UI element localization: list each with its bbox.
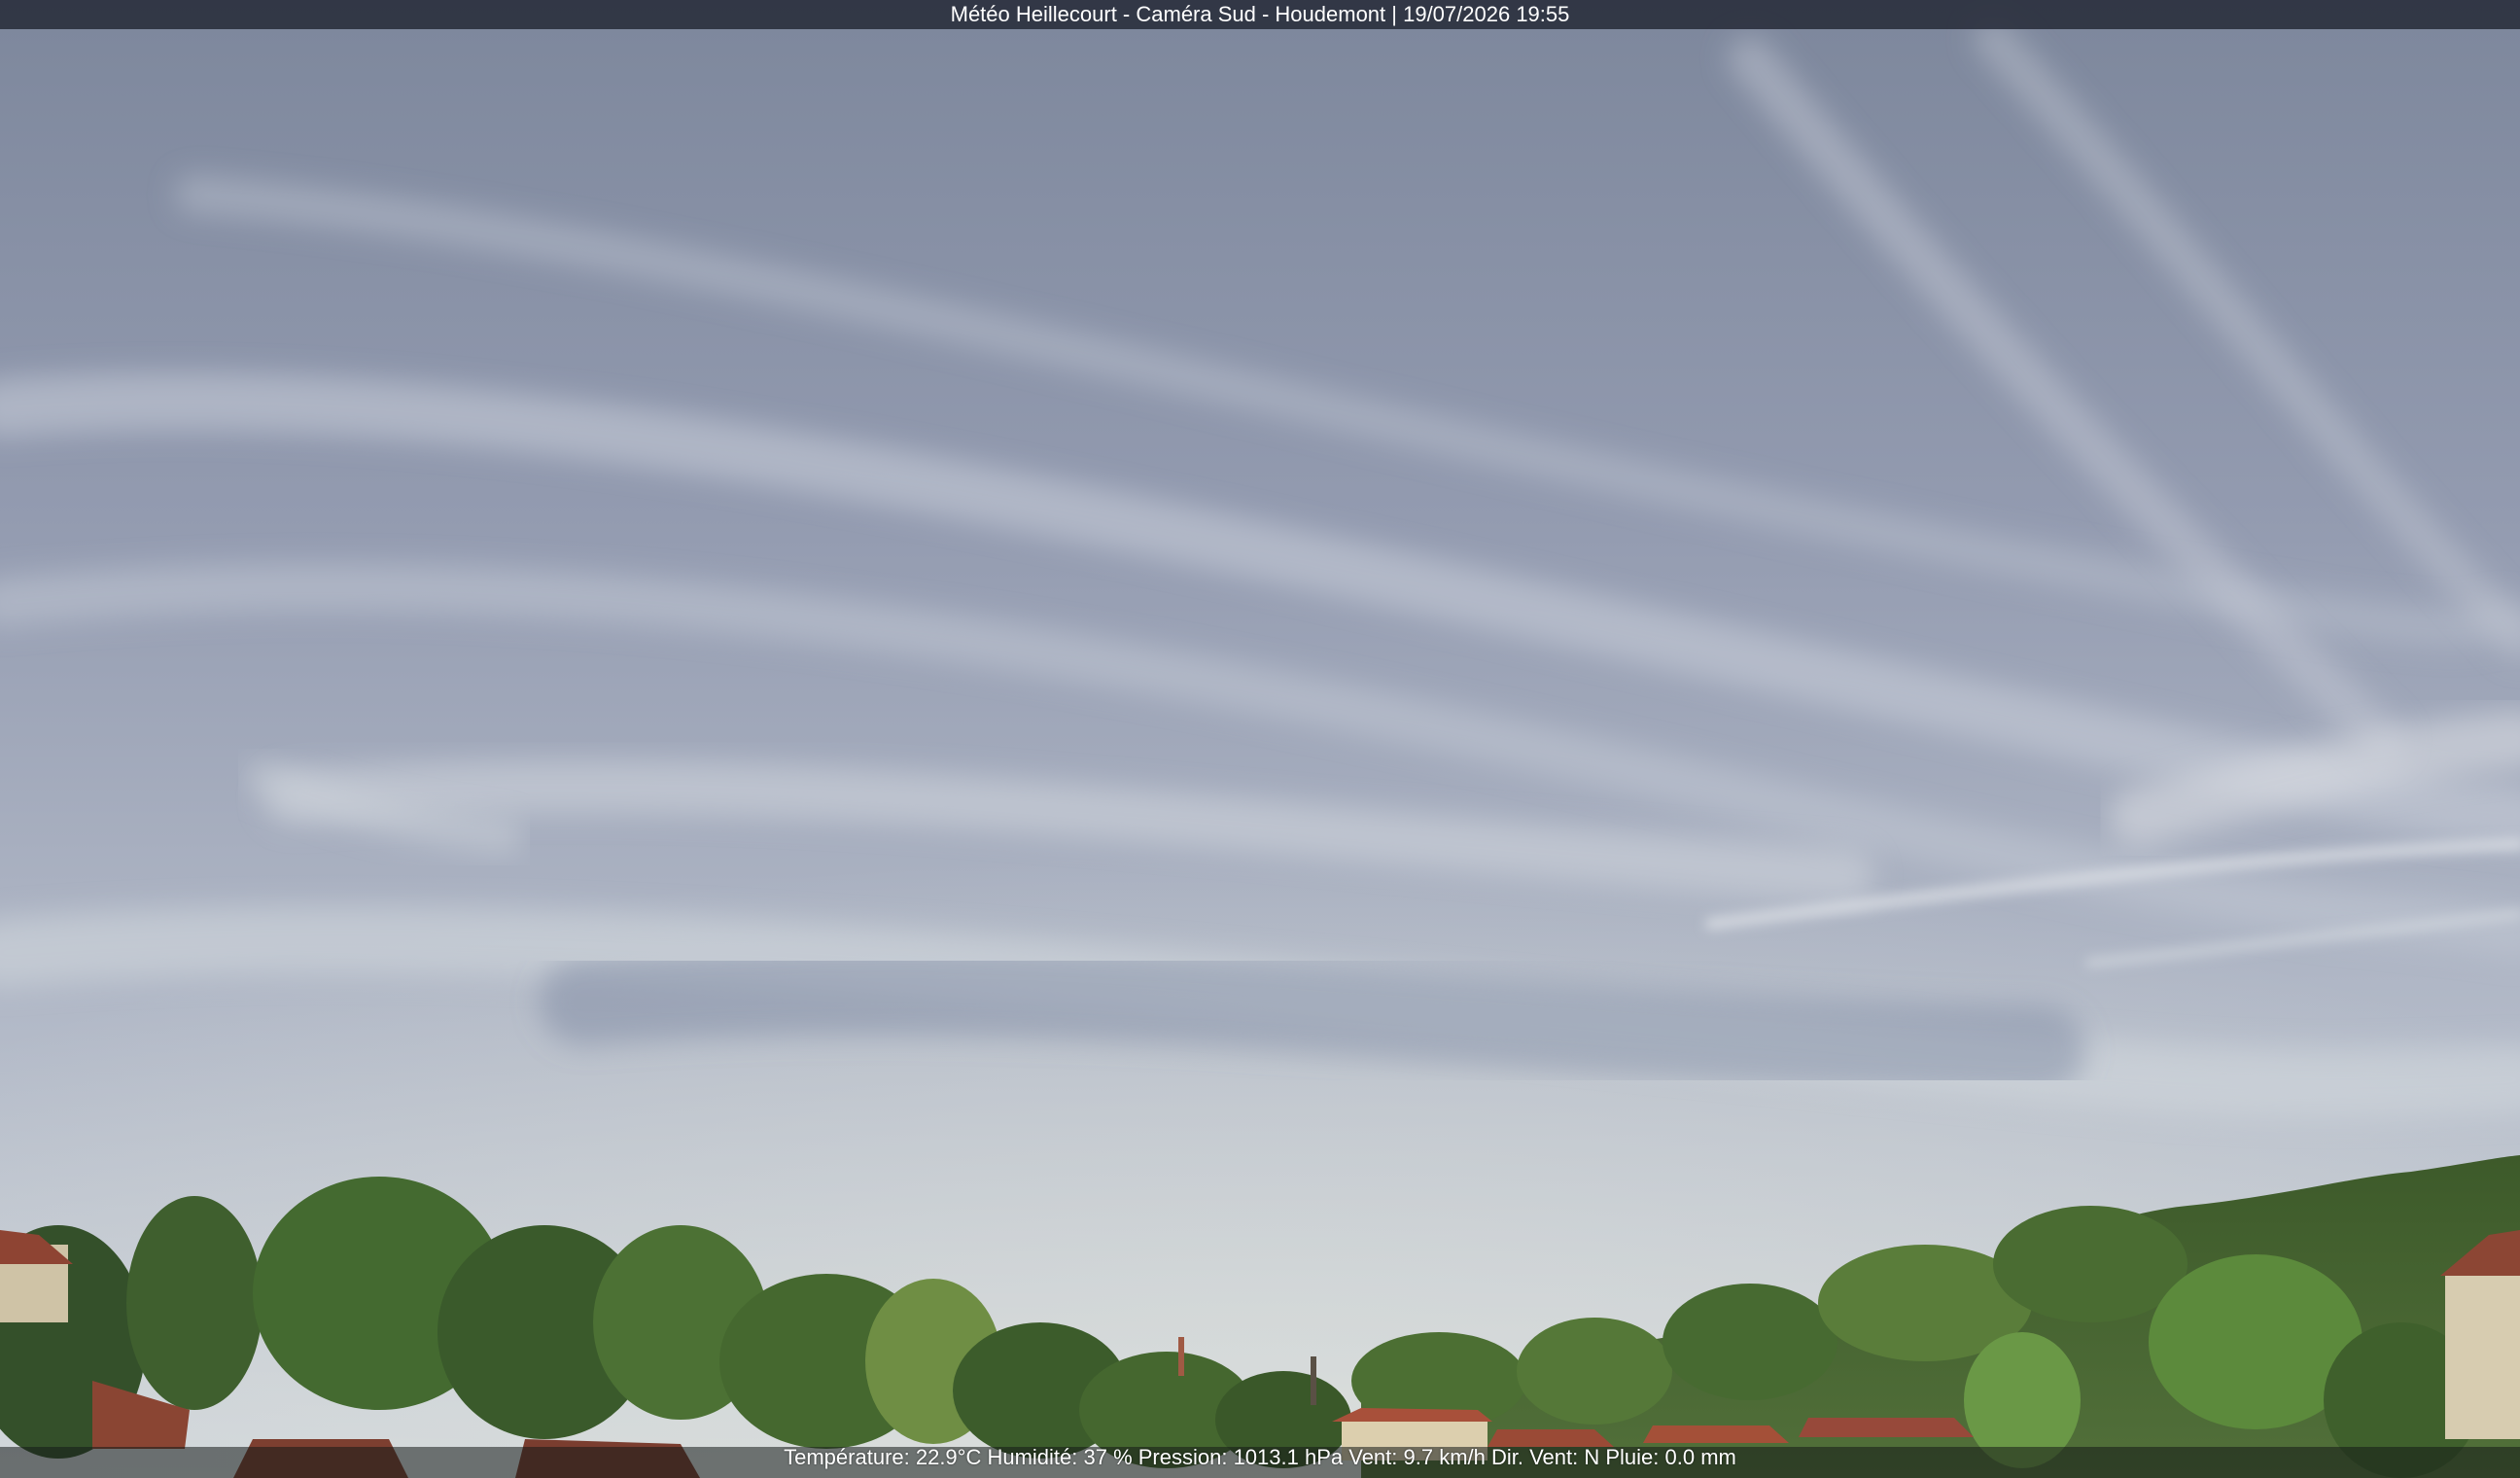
tree <box>1517 1318 1672 1425</box>
webcam-view: Météo Heillecourt - Caméra Sud - Houdemo… <box>0 0 2520 1478</box>
camera-title: Météo Heillecourt - Caméra Sud - Houdemo… <box>950 2 1570 26</box>
tree <box>1662 1284 1838 1400</box>
weather-readout-bar: Température: 22.9°C Humidité: 37 % Press… <box>0 1447 2520 1478</box>
weather-readout: Température: 22.9°C Humidité: 37 % Press… <box>784 1445 1736 1469</box>
tree <box>1993 1206 2188 1322</box>
distant-tower <box>1178 1337 1184 1376</box>
timestamp-bar: Météo Heillecourt - Caméra Sud - Houdemo… <box>0 0 2520 29</box>
webcam-photo <box>0 0 2520 1478</box>
tree <box>126 1196 262 1410</box>
church-spire <box>1311 1356 1316 1405</box>
house-wall <box>2445 1274 2520 1439</box>
house-roof <box>1643 1425 1789 1443</box>
house-roof <box>1799 1418 1974 1437</box>
